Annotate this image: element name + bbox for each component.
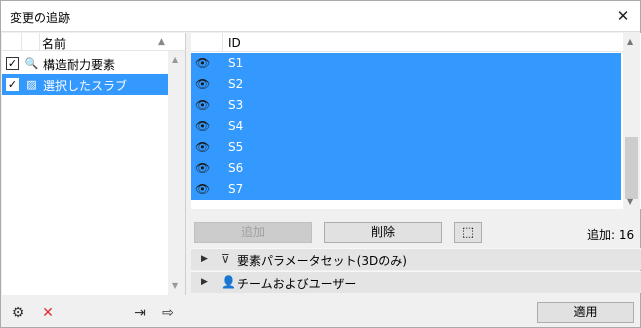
close-icon[interactable]: ✕ (612, 5, 634, 27)
id-value: S5 (228, 140, 244, 154)
column-divider (39, 33, 40, 51)
expand-arrow-icon[interactable]: ▶ (201, 254, 208, 264)
tree-item-label: 構造耐力要素 (43, 58, 116, 72)
id-list-header: ID (191, 33, 625, 52)
delete-button[interactable]: 削除 (324, 222, 442, 243)
id-value: S7 (228, 182, 244, 196)
tree-panel: 名前 ▲ ✓ 🔍 構造耐力要素 ✓ ▨ 選択したスラブ ▲ ▼ (2, 33, 186, 295)
eye-icon[interactable]: 👁 (195, 99, 213, 111)
change-tracking-window: 変更の追跡 ✕ 名前 ▲ ✓ 🔍 構造耐力要素 ✓ ▨ 選択したスラブ ▲ ▼ … (0, 0, 641, 328)
id-row[interactable]: 👁 S1 (191, 53, 621, 74)
filter-icon: ⊽ (221, 252, 230, 266)
new-criteria-icon[interactable]: ⚙ (8, 303, 28, 323)
id-row[interactable]: 👁 S4 (191, 116, 621, 137)
column-divider (222, 33, 223, 52)
sort-asc-icon[interactable]: ▲ (158, 37, 165, 47)
fit-selection-icon[interactable]: ⬚ (454, 222, 482, 243)
id-value: S2 (228, 77, 244, 91)
scroll-up-icon[interactable]: ▲ (627, 37, 633, 46)
tree-header: 名前 ▲ (2, 33, 186, 51)
tree-toolbar: ⚙ ✕ ⇥ ⇨ (2, 297, 186, 327)
section-element-parameters[interactable]: ▶ ⊽ 要素パラメータセット(3Dのみ) (191, 248, 641, 270)
id-list: ID 👁 S1 👁 S2 👁 S3 👁 S4 👁 S5 👁 S6 👁 S7 ▲ ▼ (191, 33, 641, 209)
scroll-down-icon[interactable]: ▼ (627, 197, 633, 206)
id-value: S6 (228, 161, 244, 175)
added-count: 追加: 16 (587, 228, 635, 242)
tree-scrollbar[interactable]: ▲ ▼ (168, 51, 185, 295)
eye-icon[interactable]: 👁 (195, 162, 213, 174)
id-value: S3 (228, 98, 244, 112)
eye-icon[interactable]: 👁 (195, 120, 213, 132)
title-bar: 変更の追跡 ✕ (1, 1, 640, 32)
export-icon[interactable]: ⇨ (158, 303, 178, 323)
tree-item-selected-slab[interactable]: ✓ ▨ 選択したスラブ (2, 74, 168, 95)
eye-icon[interactable]: 👁 (195, 78, 213, 90)
id-value: S1 (228, 56, 244, 70)
section-team-users[interactable]: ▶ 👤 チームおよびユーザー (191, 271, 641, 293)
id-value: S4 (228, 119, 244, 133)
id-row[interactable]: 👁 S2 (191, 74, 621, 95)
scroll-thumb[interactable] (625, 137, 638, 199)
id-row[interactable]: 👁 S3 (191, 95, 621, 116)
eye-icon[interactable]: 👁 (195, 57, 213, 69)
window-title: 変更の追跡 (10, 11, 71, 25)
checkbox[interactable]: ✓ (6, 78, 19, 91)
structural-search-icon: 🔍 (24, 57, 39, 70)
eye-icon[interactable]: 👁 (195, 183, 213, 195)
scroll-down-icon[interactable]: ▼ (172, 281, 178, 290)
id-row[interactable]: 👁 S6 (191, 158, 621, 179)
id-row[interactable]: 👁 S7 (191, 179, 621, 200)
id-column-header[interactable]: ID (228, 36, 241, 50)
tree-item-structural[interactable]: ✓ 🔍 構造耐力要素 (2, 53, 168, 74)
scroll-up-icon[interactable]: ▲ (172, 55, 178, 64)
slab-icon: ▨ (26, 78, 37, 91)
eye-icon[interactable]: 👁 (195, 141, 213, 153)
name-column-header[interactable]: 名前 (42, 35, 66, 52)
id-list-scrollbar[interactable]: ▲ ▼ (623, 33, 640, 209)
user-icon: 👤 (221, 275, 236, 289)
section-label: チームおよびユーザー (237, 277, 357, 291)
column-divider (21, 33, 22, 51)
expand-arrow-icon[interactable]: ▶ (201, 277, 208, 287)
id-row[interactable]: 👁 S5 (191, 137, 621, 158)
add-button[interactable]: 追加 (194, 222, 312, 243)
apply-button[interactable]: 適用 (537, 302, 634, 323)
section-label: 要素パラメータセット(3Dのみ) (237, 254, 407, 268)
delete-icon[interactable]: ✕ (38, 303, 58, 323)
import-icon[interactable]: ⇥ (130, 303, 150, 323)
checkbox[interactable]: ✓ (6, 57, 19, 70)
tree-item-label: 選択したスラブ (43, 79, 128, 93)
